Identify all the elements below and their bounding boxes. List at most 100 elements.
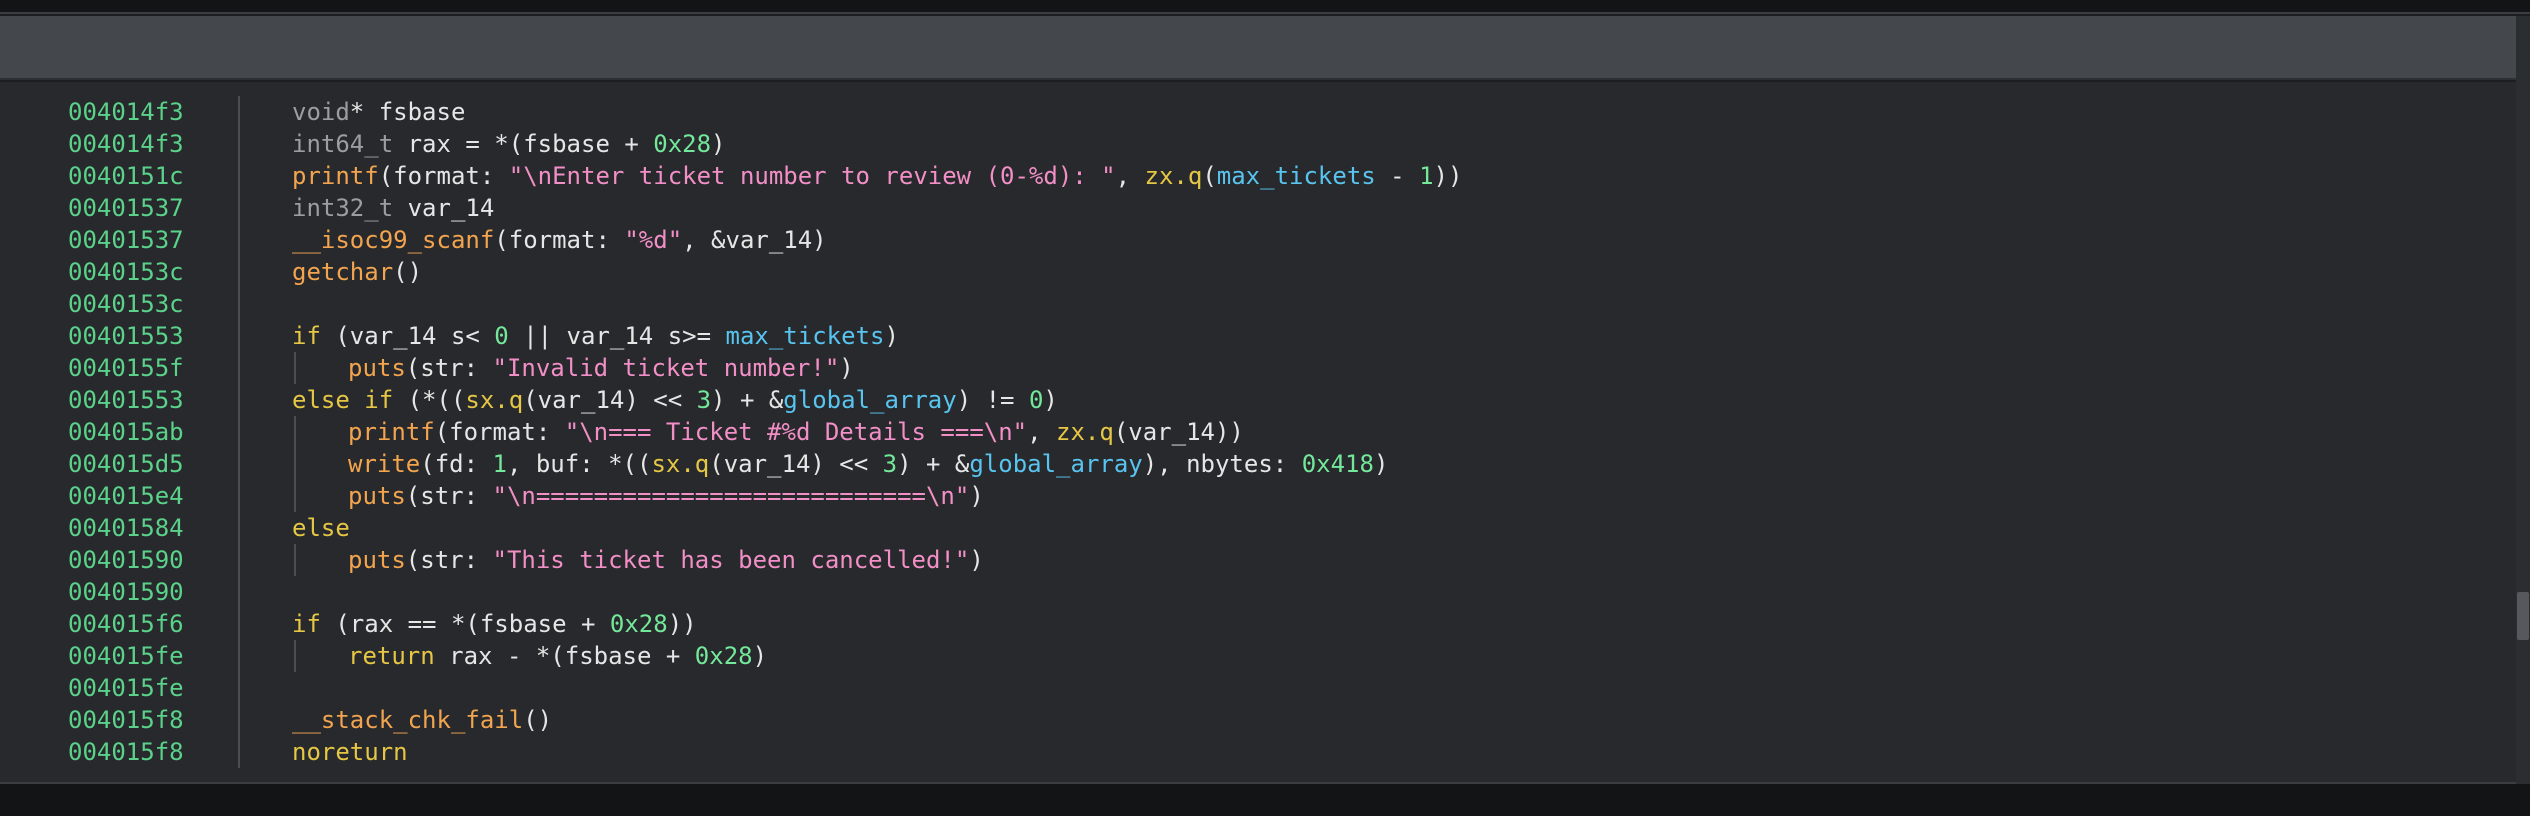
code-token: (var_14) << [709, 450, 883, 478]
code-line[interactable]: 0040153c [0, 288, 2516, 320]
line-code[interactable]: noreturn [292, 736, 408, 768]
line-address[interactable]: 00401590 [68, 576, 184, 608]
line-code[interactable]: puts(str: "This ticket has been cancelle… [348, 544, 984, 576]
line-code[interactable]: void* fsbase [292, 96, 465, 128]
line-address[interactable]: 00401584 [68, 512, 184, 544]
code-token: 0 [494, 322, 509, 350]
line-address[interactable]: 004015d5 [68, 448, 184, 480]
line-code[interactable]: if (var_14 s< 0 || var_14 s>= max_ticket… [292, 320, 899, 352]
code-token: noreturn [292, 738, 408, 766]
code-token: __isoc99_scanf [292, 226, 495, 254]
line-address[interactable]: 004015f6 [68, 608, 184, 640]
vertical-scrollbar[interactable] [2516, 16, 2530, 784]
line-address[interactable]: 00401553 [68, 384, 184, 416]
line-code[interactable]: printf(format: "\nEnter ticket number to… [292, 160, 1462, 192]
code-line[interactable]: 00401584 else [0, 512, 2516, 544]
line-code[interactable]: int64_t rax = *(fsbase + 0x28) [292, 128, 726, 160]
code-token: zx.q [1144, 162, 1203, 190]
line-code[interactable]: else if (*((sx.q(var_14) << 3) + &global… [292, 384, 1058, 416]
function-header[interactable]: 004014e7 int64_t read_ticket() [0, 16, 2516, 190]
line-address[interactable]: 004015fe [68, 672, 184, 704]
line-address[interactable]: 004015ab [68, 416, 184, 448]
line-code[interactable]: getchar() [292, 256, 422, 288]
line-address[interactable]: 004014f3 [68, 128, 184, 160]
code-token: ) + & [711, 386, 784, 414]
decompiler-view[interactable]: 004014f3 void* fsbase 004014f3 int64_t rax … [0, 82, 2516, 782]
code-token: sx.q [465, 386, 524, 414]
line-address[interactable]: 00401537 [68, 192, 184, 224]
code-token: max_tickets [1216, 162, 1376, 190]
code-token: 0x28 [653, 130, 712, 158]
code-line[interactable]: 00401590 [0, 576, 2516, 608]
code-token: ) [711, 130, 726, 158]
code-line[interactable]: 00401537 __isoc99_scanf(format: "%d", &va… [0, 224, 2516, 256]
line-address[interactable]: 0040155f [68, 352, 184, 384]
line-code[interactable]: printf(format: "\n=== Ticket #%d Details… [348, 416, 1244, 448]
code-line[interactable]: 004015f6 if (rax == *(fsbase + 0x28)) [0, 608, 2516, 640]
top-toolbar-strip [0, 0, 2530, 14]
line-code[interactable]: int32_t var_14 [292, 192, 494, 224]
code-token: , [1027, 418, 1057, 446]
line-address[interactable]: 004015e4 [68, 480, 184, 512]
line-address[interactable]: 0040151c [68, 160, 184, 192]
code-token: * fsbase [349, 98, 466, 126]
bottom-status-strip [0, 784, 2530, 816]
code-line[interactable]: 00401553 else if (*((sx.q(var_14) << 3) +… [0, 384, 2516, 416]
code-line[interactable]: 00401590 puts(str: "This ticket has been … [0, 544, 2516, 576]
code-token: ) + & [897, 450, 970, 478]
code-token: else if [292, 386, 394, 414]
code-token: void [292, 98, 350, 126]
code-line[interactable]: 0040151c printf(format: "\nEnter ticket n… [0, 160, 2516, 192]
line-code[interactable]: __stack_chk_fail() [292, 704, 552, 736]
code-token: global_array [783, 386, 957, 414]
code-line[interactable]: 004015e4 puts(str: "\n===================… [0, 480, 2516, 512]
code-line[interactable]: 004015f8 __stack_chk_fail() [0, 704, 2516, 736]
line-address[interactable]: 0040153c [68, 288, 184, 320]
code-token: int32_t [292, 194, 394, 222]
code-line[interactable]: 004015fe [0, 672, 2516, 704]
scrollbar-thumb[interactable] [2517, 592, 2529, 640]
line-code[interactable]: else [292, 512, 350, 544]
line-address[interactable]: 004015fe [68, 640, 184, 672]
code-token: , &var_14) [682, 226, 827, 254]
line-address[interactable]: 004014f3 [68, 96, 184, 128]
code-token: if [292, 610, 321, 638]
code-line[interactable]: 00401553 if (var_14 s< 0 || var_14 s>= ma… [0, 320, 2516, 352]
code-token: ) [752, 642, 768, 670]
code-token: (str: [405, 546, 493, 574]
code-line[interactable]: 004015ab printf(format: "\n=== Ticket #%d… [0, 416, 2516, 448]
code-line[interactable]: 0040153c getchar() [0, 256, 2516, 288]
code-token: ) [1043, 386, 1058, 414]
line-address[interactable]: 004015f8 [68, 704, 184, 736]
line-code[interactable]: write(fd: 1, buf: *((sx.q(var_14) << 3) … [348, 448, 1388, 480]
code-line[interactable]: 004014f3 void* fsbase [0, 96, 2516, 128]
line-address[interactable]: 00401537 [68, 224, 184, 256]
code-token: 1 [492, 450, 507, 478]
code-token: (*(( [393, 386, 466, 414]
line-code[interactable]: return rax - *(fsbase + 0x28) [348, 640, 767, 672]
code-line[interactable]: 004015fe return rax - *(fsbase + 0x28) [0, 640, 2516, 672]
line-code[interactable]: puts(str: "\n===========================… [348, 480, 984, 512]
line-address[interactable]: 004015f8 [68, 736, 184, 768]
line-address[interactable]: 0040153c [68, 256, 184, 288]
code-line[interactable]: 004015f8 noreturn [0, 736, 2516, 768]
code-token: ) [969, 546, 984, 574]
line-code[interactable]: if (rax == *(fsbase + 0x28)) [292, 608, 697, 640]
code-line[interactable]: 0040155f puts(str: "Invalid ticket number… [0, 352, 2516, 384]
code-token: max_tickets [725, 322, 885, 350]
code-line[interactable]: 00401537 int32_t var_14 [0, 192, 2516, 224]
code-token: () [523, 706, 553, 734]
code-token: else [292, 514, 350, 542]
line-address[interactable]: 00401553 [68, 320, 184, 352]
code-token: 0x28 [694, 642, 753, 670]
code-line[interactable]: 004014f3 int64_t rax = *(fsbase + 0x28) [0, 128, 2516, 160]
code-token: ) [969, 482, 984, 510]
code-token: __stack_chk_fail [292, 706, 524, 734]
code-line[interactable]: 004015d5 write(fd: 1, buf: *((sx.q(var_14… [0, 448, 2516, 480]
code-token: ) [1373, 450, 1389, 478]
line-address[interactable]: 00401590 [68, 544, 184, 576]
code-token: rax - *(fsbase + [434, 642, 695, 670]
line-code[interactable]: puts(str: "Invalid ticket number!") [348, 352, 854, 384]
line-code[interactable]: __isoc99_scanf(format: "%d", &var_14) [292, 224, 827, 256]
code-token: var_14 [393, 194, 495, 222]
